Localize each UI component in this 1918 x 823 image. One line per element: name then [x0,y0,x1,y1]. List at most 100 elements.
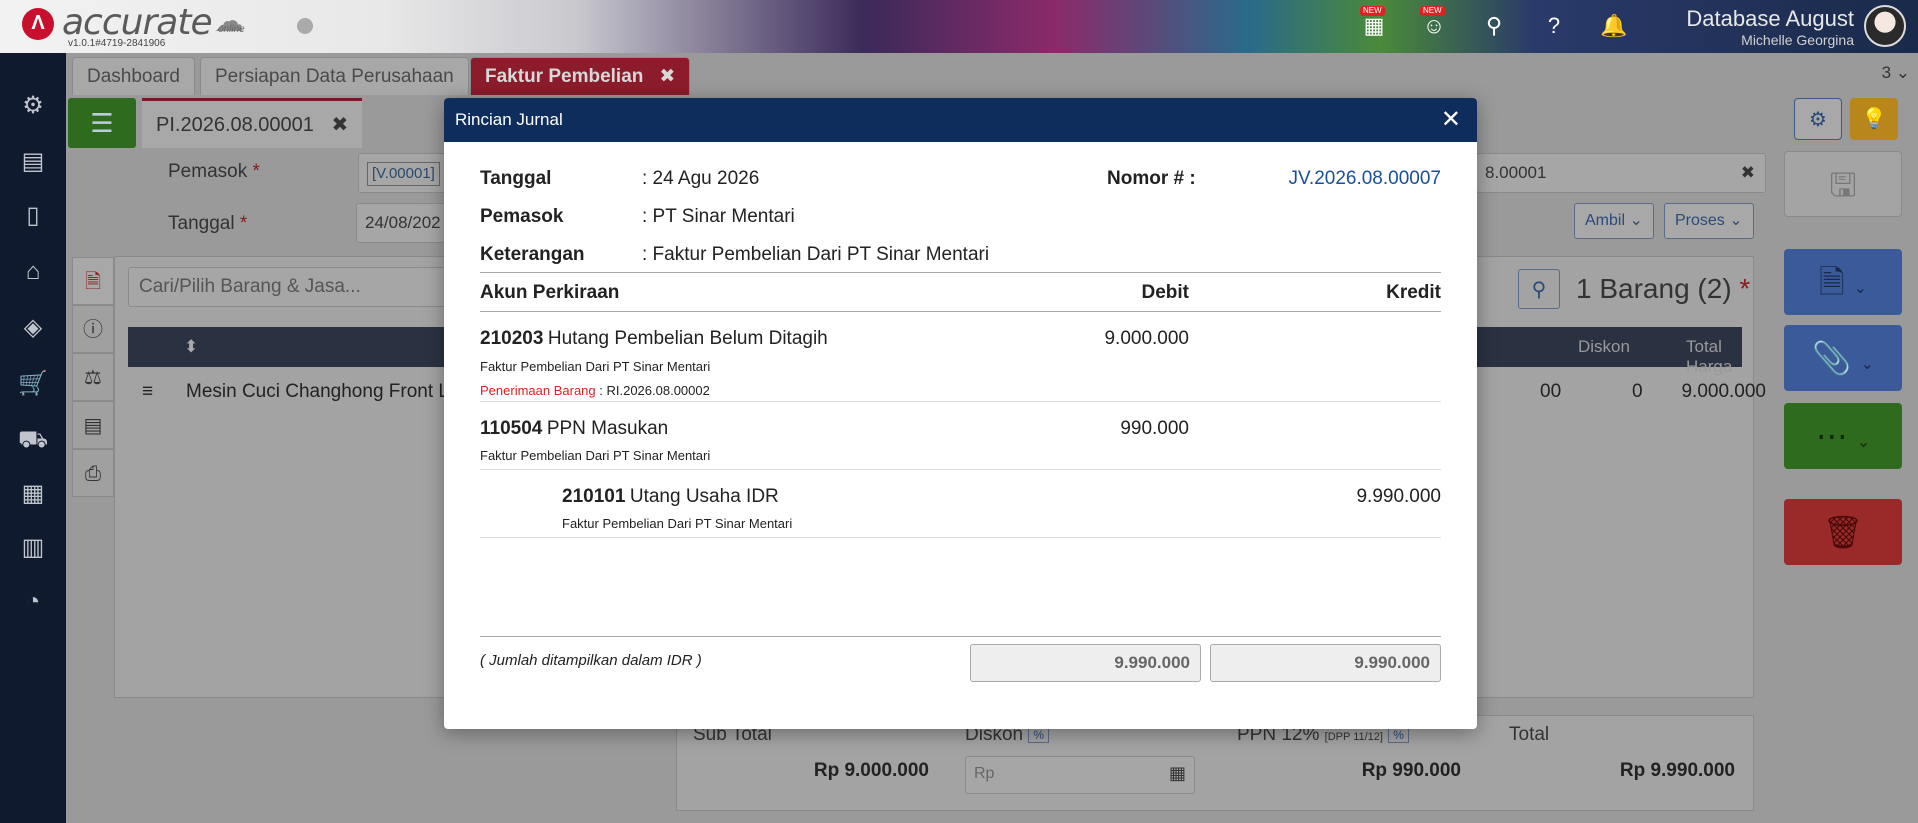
ambil-button[interactable]: Ambil ⌄ [1574,203,1654,239]
total-debit: 9.990.000 [970,644,1201,682]
keterangan-value: : Faktur Pembelian Dari PT Sinar Mentari [642,244,990,265]
ledger-icon[interactable]: ▯ [18,201,48,231]
mascot-icon[interactable]: NEW ☺ [1420,6,1448,40]
subtab-invoice[interactable]: PI.2026.08.00001 ✖ [142,98,363,148]
bell-icon[interactable]: 🔔 [1600,12,1628,40]
settings-gear-button[interactable]: ⚙ [1794,98,1842,140]
pct-toggle[interactable]: % [1388,726,1409,743]
supplier-code: [V.00001] [367,162,440,186]
bank-icon[interactable]: ⌂ [18,257,48,287]
invoice-number-field[interactable]: 8.00001 ✖ [1476,153,1766,193]
document-button[interactable]: 🗎 ⌄ [1784,249,1902,315]
logo-sub: online [218,24,245,35]
footer-divider [480,636,1441,637]
close-icon[interactable]: ✖ [331,114,348,136]
account-code: 110504 [480,418,543,439]
tanggal-label-text: Tanggal [168,213,235,234]
col-kredit: Kredit [1386,282,1441,303]
accurate-logo-icon: Λ [22,8,54,40]
settings-icon[interactable]: ⚙ [18,91,48,121]
tanggal-value: : 24 Agu 2026 [642,168,760,189]
journal-table-header: Akun Perkiraan Debit Kredit [480,272,1441,312]
lightbulb-button[interactable]: 💡 [1850,98,1898,140]
item-count: 1 Barang (2) * [1576,273,1751,304]
sort-icon[interactable]: ⬍ [184,337,198,357]
payable-icon[interactable]: ◈ [18,313,48,343]
sales-cart-icon[interactable]: ⛟ [18,425,48,455]
close-icon[interactable]: ✕ [1441,98,1461,142]
tab-faktur-pembelian[interactable]: Faktur Pembelian ✖ [470,57,691,95]
delete-button[interactable]: 🗑 [1784,499,1902,565]
item-diskon: 0 [1632,381,1643,402]
new-badge: NEW [1360,6,1385,16]
drag-handle-icon[interactable]: ≡ [142,381,153,403]
detail-side-tabs: 🗎 ⓘ ⚖ ▤ ⎙ [72,257,114,497]
search-icon[interactable]: ⚲ [1480,12,1508,40]
col-diskon[interactable]: Diskon [1578,337,1630,357]
journal-row: 210101 Utang Usaha IDR Faktur Pembelian … [480,470,1441,538]
diskon-input[interactable]: Rp ▦ [965,756,1195,794]
company-icon[interactable]: ▤ [18,147,48,177]
apps-grid-icon[interactable]: NEW ▦ [1360,6,1388,40]
proses-button[interactable]: Proses ⌄ [1664,203,1754,239]
save-button[interactable]: 🖫 [1784,151,1902,217]
clear-icon[interactable]: ✖ [1741,154,1755,192]
debit-value: 990.000 [1120,418,1189,439]
purchase-cart-icon[interactable]: 🛒 [18,369,48,399]
close-icon[interactable]: ✖ [659,66,675,87]
tax-icon[interactable]: ▥ [18,533,48,563]
attachment-button[interactable]: 📎 ⌄ [1784,325,1902,391]
cost-tab-icon[interactable]: ⚖ [72,353,114,401]
tab-label: Persiapan Data Perusahaan [215,66,454,87]
account-ref: Penerimaan Barang : RI.2026.08.00002 [480,382,710,400]
modal-title: Rincian Jurnal [455,110,563,129]
col-debit: Debit [1141,282,1190,303]
info-tab-icon[interactable]: ⓘ [72,305,114,353]
nomor-value[interactable]: JV.2026.08.00007 [1288,168,1441,190]
tab-label: Faktur Pembelian [485,66,644,87]
col-akun: Akun Perkiraan [480,282,620,303]
list-icon[interactable]: ☰ [68,98,136,148]
calculator-icon[interactable]: ▦ [1169,763,1186,784]
items-tab-icon[interactable]: 🗎 [72,257,114,305]
item-partial: 00 [1540,381,1562,402]
keterangan-label: Keterangan [480,244,585,265]
subtab-label: PI.2026.08.00001 [156,114,314,136]
left-sidebar: ⚙ ▤ ▯ ⌂ ◈ 🛒 ⛟ ▦ ▥ ◔ [0,53,66,823]
printer-tab-icon[interactable]: ⎙ [72,449,114,497]
avatar[interactable] [1864,5,1906,47]
database-title[interactable]: Database August [1686,6,1854,32]
pemasok-field[interactable]: [V.00001] [358,153,448,193]
summary-panel: Sub Total Rp 9.000.000 Diskon % Rp ▦ PPN… [676,715,1754,811]
chevron-down-icon: ⌄ [1853,280,1868,297]
tab-dashboard[interactable]: Dashboard [72,57,195,95]
ref-label[interactable]: Penerimaan Barang [480,383,596,398]
journal-detail-modal: Rincian Jurnal ✕ Tanggal : 24 Agu 2026 N… [444,98,1477,729]
user-name[interactable]: Michelle Georgina [1741,32,1854,48]
total-label: Total [1509,724,1550,745]
report-icon[interactable]: ◔ [18,587,48,617]
invoice-number-text: 8.00001 [1485,163,1547,182]
item-total: 9.000.000 [1681,381,1766,402]
chevron-down-icon: ⌄ [1860,356,1875,373]
item-search-input[interactable]: Cari/Pilih Barang & Jasa... [128,267,458,307]
account-title: 210203 Hutang Pembelian Belum Ditagih [480,328,828,350]
ref-value: : RI.2026.08.00002 [595,383,710,398]
tab-persiapan[interactable]: Persiapan Data Perusahaan [200,57,469,95]
pct-toggle[interactable]: % [1028,726,1050,743]
account-name: PPN Masukan [546,418,669,439]
nomor-label: Nomor # : [1107,168,1196,189]
help-icon[interactable]: ? [1540,12,1568,40]
new-badge: NEW [1420,6,1445,16]
ppn-dpp: [DPP 11/12] [1324,731,1383,743]
pemasok-label: Pemasok [480,206,564,227]
more-options-button[interactable]: ⋯ ⌄ [1784,403,1902,469]
version-label: v1.0.1#4719-2841906 [68,38,166,49]
page-counter[interactable]: 3 ⌄ [1882,63,1910,83]
inventory-icon[interactable]: ▦ [18,479,48,509]
currency-note: ( Jumlah ditampilkan dalam IDR ) [480,652,702,669]
payment-tab-icon[interactable]: ▤ [72,401,114,449]
account-desc: Faktur Pembelian Dari PT Sinar Mentari [562,516,793,531]
search-icon[interactable]: ⚲ [1518,269,1560,309]
tanggal-field[interactable]: 24/08/202 [356,203,446,243]
